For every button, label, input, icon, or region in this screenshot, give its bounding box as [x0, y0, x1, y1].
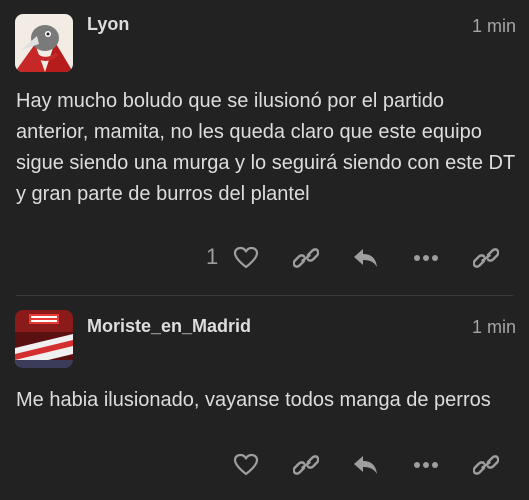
- post-time[interactable]: 1 min: [472, 16, 516, 37]
- stadium-banner-avatar-icon: [15, 310, 73, 368]
- like-button[interactable]: [224, 445, 268, 485]
- username[interactable]: Moriste_en_Madrid: [87, 316, 251, 337]
- copy-link-button[interactable]: [284, 238, 328, 278]
- reply-button[interactable]: [344, 238, 388, 278]
- post-actions: [0, 445, 529, 485]
- share-button[interactable]: [464, 445, 508, 485]
- post-time[interactable]: 1 min: [472, 317, 516, 338]
- post-actions: 1: [0, 238, 529, 278]
- more-icon: [414, 255, 438, 261]
- share-link-icon: [473, 455, 499, 475]
- heart-icon: [233, 246, 259, 269]
- link-icon: [293, 455, 319, 475]
- heart-icon: [233, 453, 259, 476]
- post: Lyon 1 min Hay mucho boludo que se ilusi…: [0, 0, 529, 295]
- reply-button[interactable]: [344, 445, 388, 485]
- more-icon: [414, 462, 438, 468]
- more-button[interactable]: [404, 238, 448, 278]
- post: Moriste_en_Madrid 1 min Me habia ilusion…: [0, 296, 529, 500]
- reply-icon: [354, 456, 377, 474]
- share-button[interactable]: [464, 238, 508, 278]
- reply-icon: [354, 249, 377, 267]
- avatar[interactable]: [15, 310, 73, 368]
- like-button[interactable]: [224, 238, 268, 278]
- username[interactable]: Lyon: [87, 14, 129, 35]
- like-count[interactable]: 1: [206, 244, 218, 270]
- share-link-icon: [473, 248, 499, 268]
- more-button[interactable]: [404, 445, 448, 485]
- post-body: Hay mucho boludo que se ilusionó por el …: [16, 90, 515, 205]
- bird-mascot-avatar-icon: [15, 14, 73, 72]
- link-icon: [293, 248, 319, 268]
- copy-link-button[interactable]: [284, 445, 328, 485]
- post-body: Me habia ilusionado, vayanse todos manga…: [16, 389, 491, 411]
- avatar[interactable]: [15, 14, 73, 72]
